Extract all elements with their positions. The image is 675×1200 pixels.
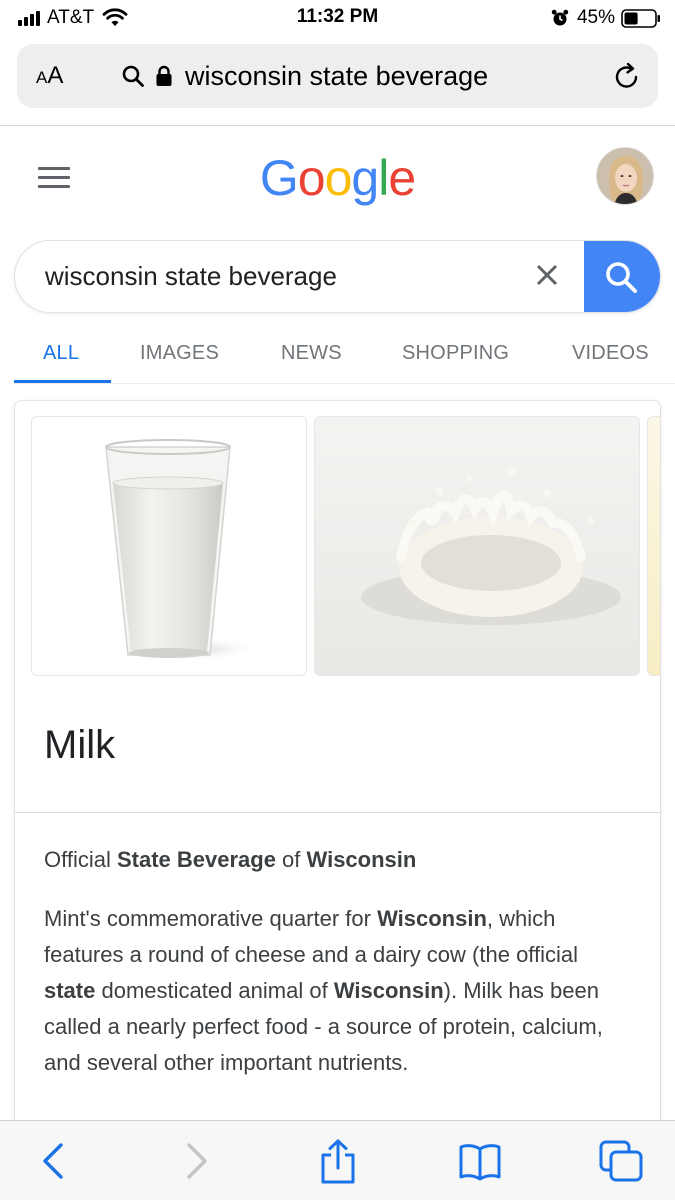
milk-glass-image[interactable] [31, 416, 307, 676]
tab-news[interactable]: NEWS [281, 342, 342, 365]
url-text: wisconsin state beverage [185, 60, 489, 91]
milk-splash-image[interactable] [314, 416, 640, 676]
search-input[interactable] [45, 241, 515, 312]
third-image-partial[interactable] [647, 416, 660, 676]
subtitle-bold: Wisconsin [306, 847, 417, 872]
logo-letter: o [297, 150, 326, 206]
clear-icon[interactable] [535, 263, 559, 287]
search-button[interactable] [584, 241, 660, 312]
google-logo[interactable]: Google [0, 149, 675, 207]
search-box [14, 240, 661, 313]
panel-title: Milk [44, 723, 116, 767]
search-tabs: ALL IMAGES NEWS SHOPPING VIDEOS [0, 318, 675, 386]
description-text: Mint's commemorative quarter for [44, 906, 378, 931]
tab-images[interactable]: IMAGES [140, 342, 219, 365]
tab-shopping[interactable]: SHOPPING [402, 342, 509, 365]
text-size-small-a: A [36, 68, 48, 87]
text-size-large-a: A [47, 62, 64, 89]
logo-letter: g [351, 150, 379, 206]
battery-icon [621, 8, 660, 28]
tabs-divider [14, 383, 675, 384]
description-bold: state [44, 978, 96, 1003]
status-bar: AT&T 11:32 PM 45% [0, 0, 675, 36]
description-text: domesticated animal of [95, 978, 334, 1003]
reload-icon[interactable] [612, 62, 642, 92]
address-bar[interactable]: AA wisconsin state beverage [17, 44, 658, 108]
share-icon[interactable] [318, 1138, 358, 1184]
subtitle-bold: State Beverage [116, 847, 276, 872]
search-icon [606, 262, 637, 293]
active-tab-underline [14, 380, 111, 383]
panel-divider [15, 812, 660, 813]
subtitle-text: Official [44, 847, 117, 872]
logo-letter: G [259, 150, 299, 206]
safari-toolbar [0, 1120, 675, 1200]
lock-icon [156, 65, 172, 86]
tabs-icon[interactable] [598, 1139, 644, 1183]
knowledge-panel: Milk Official State Beverage of Wisconsi… [14, 400, 661, 1160]
avatar[interactable] [596, 147, 654, 205]
text-size-button[interactable]: AA [36, 62, 63, 90]
back-icon[interactable] [34, 1141, 74, 1181]
description-bold: Wisconsin [333, 978, 444, 1003]
panel-description: Mint's commemorative quarter for Wiscons… [44, 901, 634, 1081]
google-header: Google [0, 127, 675, 237]
logo-letter: l [378, 150, 389, 206]
battery-percent: 45% [576, 7, 615, 28]
url-display[interactable]: wisconsin state beverage [121, 56, 488, 96]
safari-address-area: AA wisconsin state beverage [0, 36, 675, 126]
search-icon [122, 65, 144, 87]
panel-subtitle: Official State Beverage of Wisconsin [44, 847, 416, 873]
logo-letter: e [388, 150, 416, 206]
status-right: 45% [551, 6, 661, 30]
alarm-icon [551, 9, 569, 26]
tab-videos[interactable]: VIDEOS [572, 342, 649, 365]
subtitle-text: of [275, 847, 307, 872]
logo-letter: o [324, 150, 353, 206]
tab-all[interactable]: ALL [43, 342, 79, 365]
forward-icon[interactable] [176, 1141, 216, 1181]
bookmarks-icon[interactable] [458, 1141, 502, 1181]
description-bold: Wisconsin [377, 906, 487, 931]
